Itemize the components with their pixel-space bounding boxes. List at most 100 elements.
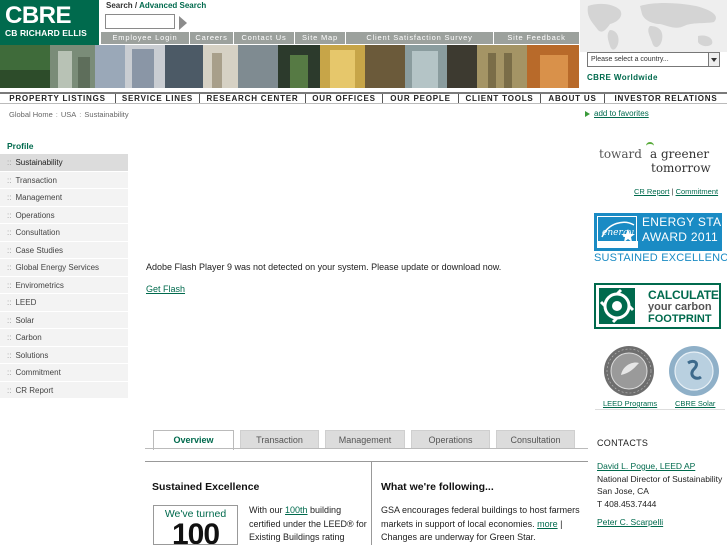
greener-toward: toward (599, 147, 642, 161)
flash-missing-message: Adobe Flash Player 9 was not detected on… (146, 262, 502, 272)
bullet-icon: :: (7, 193, 12, 202)
right-column-divider (595, 409, 725, 410)
sustained-text-start: With our (249, 505, 286, 515)
sidebar-item-consultation[interactable]: :: Consultation (0, 224, 128, 242)
util-site-feedback[interactable]: Site Feedback (494, 32, 579, 44)
bullet-icon: :: (7, 298, 12, 307)
tab-overview[interactable]: Overview (153, 430, 234, 450)
sidebar-item-label: LEED (15, 298, 37, 307)
util-client-survey[interactable]: Client Satisfaction Survey (346, 32, 494, 44)
badge-line-2: 100 (171, 518, 220, 545)
util-site-map[interactable]: Site Map (295, 32, 346, 44)
sidebar-item-label: Solutions (15, 350, 49, 360)
energy-star-line-1: ENERGY STAR (642, 215, 727, 229)
sidebar-item-cr-report[interactable]: :: CR Report (0, 381, 128, 399)
nav-research-center[interactable]: RESEARCH CENTER (199, 94, 305, 103)
tab-management[interactable]: Management (325, 430, 405, 449)
world-map (580, 0, 727, 52)
tab-operations[interactable]: Operations (411, 430, 490, 449)
100th-link[interactable]: 100th (285, 505, 308, 515)
sidebar-item-label: Envirometrics (15, 280, 64, 290)
contact-name-link[interactable]: David L. Pogue, LEED AP (597, 461, 695, 471)
breadcrumb: Global Home: USA: Sustainability (9, 110, 129, 119)
bullet-icon: :: (7, 280, 12, 290)
sidebar-item-transaction[interactable]: :: Transaction (0, 171, 128, 189)
sidebar: Profile :: Sustainability :: Transaction :… (0, 138, 128, 399)
nav-client-tools[interactable]: CLIENT TOOLS (458, 94, 540, 103)
contact-name-link[interactable]: Peter C. Scarpelli (597, 517, 663, 527)
cr-report-link[interactable]: CR Report (634, 187, 669, 196)
contact-title: National Director of Sustainability (597, 473, 723, 484)
sidebar-item-label: Transaction (15, 175, 57, 185)
sidebar-item-leed[interactable]: :: LEED (0, 294, 128, 312)
sidebar-item-label: Management (15, 193, 63, 202)
greener-line-1: a greener (650, 147, 710, 161)
breadcrumb-global-home[interactable]: Global Home (9, 110, 53, 119)
carbon-footprint-calculator-banner[interactable]: CALCULATE your carbon FOOTPRINT (594, 283, 721, 329)
sidebar-item-solutions[interactable]: :: Solutions (0, 346, 128, 364)
sidebar-item-global-energy-services[interactable]: :: Global Energy Services (0, 259, 128, 277)
recycle-leaf-icon (599, 288, 635, 324)
nav-service-lines[interactable]: SERVICE LINES (115, 94, 199, 103)
nav-our-offices[interactable]: OUR OFFICES (305, 94, 382, 103)
contact-card: Peter C. Scarpelli (597, 516, 725, 529)
sidebar-item-commitment[interactable]: :: Commitment (0, 364, 128, 382)
usgbc-member-badge-icon[interactable] (603, 345, 655, 397)
tab-transaction[interactable]: Transaction (240, 430, 319, 449)
advanced-search-link[interactable]: Advanced Search (139, 1, 206, 10)
add-to-favorites-link[interactable]: add to favorites (585, 109, 649, 118)
util-careers[interactable]: Careers (190, 32, 234, 44)
content-tabs: Overview Transaction Management Operatio… (153, 430, 581, 450)
sidebar-item-sustainability[interactable]: :: Sustainability (0, 154, 128, 172)
sidebar-item-label: CR Report (15, 385, 54, 395)
get-flash-link[interactable]: Get Flash (146, 284, 185, 294)
country-select-value: Please select a country... (591, 56, 669, 63)
energy-star-line-3: SUSTAINED EXCELLENCE (594, 251, 727, 265)
leed-programs-link[interactable]: LEED Programs (603, 399, 657, 408)
nav-about-us[interactable]: ABOUT US (540, 94, 604, 103)
nav-our-people[interactable]: OUR PEOPLE (382, 94, 458, 103)
sidebar-item-envirometrics[interactable]: :: Envirometrics (0, 276, 128, 294)
chevron-down-icon[interactable] (708, 53, 719, 66)
cbre-solar-badge-icon[interactable] (668, 345, 720, 397)
bullet-icon: :: (7, 228, 12, 237)
sidebar-item-solar[interactable]: :: Solar (0, 311, 128, 329)
100-buildings-badge[interactable]: We've turned 100 (153, 505, 238, 545)
nav-investor-relations[interactable]: INVESTOR RELATIONS (604, 94, 727, 103)
contacts-heading: CONTACTS (597, 438, 649, 448)
cbre-logo[interactable]: CBRE CB RICHARD ELLIS (0, 0, 99, 45)
header-photo-strip (0, 45, 579, 88)
nav-property-listings[interactable]: PROPERTY LISTINGS (0, 94, 115, 103)
sidebar-item-carbon[interactable]: :: Carbon (0, 329, 128, 347)
energy-star-line-2: AWARD 2011 (642, 230, 718, 244)
search-input[interactable] (105, 14, 175, 29)
sustained-excellence-heading: Sustained Excellence (152, 481, 260, 493)
sustained-excellence-text: With our 100th building certified under … (249, 504, 367, 545)
breadcrumb-usa[interactable]: USA (61, 110, 76, 119)
bullet-icon: :: (7, 263, 12, 272)
sidebar-title: Profile (7, 141, 34, 151)
cr-links: CR Report | Commitment (634, 187, 718, 196)
sidebar-item-operations[interactable]: :: Operations (0, 206, 128, 224)
sidebar-item-label: Sustainability (15, 158, 63, 167)
search-go-arrow-icon[interactable] (179, 16, 187, 30)
sidebar-item-case-studies[interactable]: :: Case Studies (0, 241, 128, 259)
country-select[interactable]: Please select a country... (587, 52, 720, 67)
sidebar-item-label: Global Energy Services (15, 263, 100, 272)
commitment-link[interactable]: Commitment (676, 187, 719, 196)
tab-consultation[interactable]: Consultation (496, 430, 575, 449)
sidebar-item-label: Consultation (15, 228, 60, 237)
more-link[interactable]: more (537, 519, 558, 529)
util-employee-login[interactable]: Employee Login (101, 32, 190, 44)
sidebar-item-management[interactable]: :: Management (0, 189, 128, 207)
bullet-icon: :: (7, 315, 12, 325)
contacts-list: David L. Pogue, LEED AP National Directo… (597, 460, 725, 529)
main-nav: PROPERTY LISTINGS SERVICE LINES RESEARCH… (0, 92, 727, 104)
energy-star-logo-icon: energy (597, 216, 638, 248)
util-contact-us[interactable]: Contact Us (234, 32, 295, 44)
cbre-solar-link[interactable]: CBRE Solar (675, 399, 715, 408)
bullet-icon: :: (7, 158, 12, 167)
contact-phone: T 408.453.7444 (597, 498, 657, 509)
carbon-line-2: your carbon (648, 301, 712, 313)
cbre-worldwide-link[interactable]: CBRE Worldwide (587, 73, 658, 82)
